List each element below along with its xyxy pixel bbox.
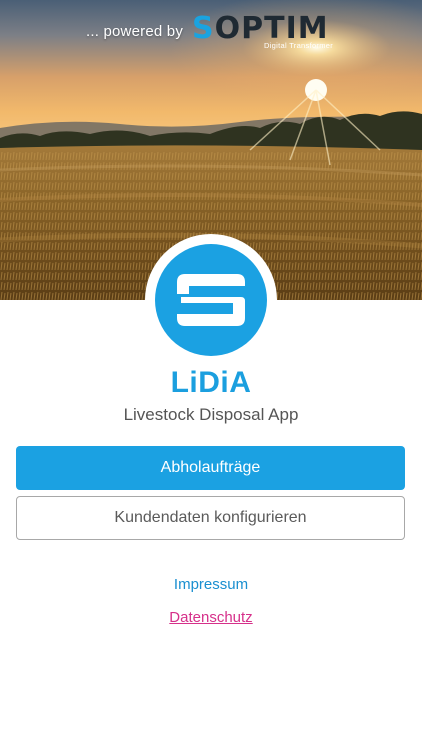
soptim-wordmark: SOPTIM [192,11,329,46]
app-logo [145,234,277,366]
powered-by-text: ... powered by [86,23,184,40]
powered-by-banner: ... powered by SOPTIM Digital Transforme… [0,14,422,58]
impressum-link[interactable]: Impressum [0,576,422,593]
app-subtitle: Livestock Disposal App [123,405,299,424]
configure-customer-data-button[interactable]: Kundendaten konfigurieren [16,496,405,540]
soptim-s-icon [155,244,267,356]
splash-screen: ... powered by SOPTIM Digital Transforme… [0,0,422,750]
app-title: LiDiA [170,366,252,399]
soptim-logo: SOPTIM Digital Transformer [192,14,342,54]
privacy-link[interactable]: Datenschutz [0,609,422,626]
pickup-orders-button[interactable]: Abholaufträge [16,446,405,490]
soptim-tagline: Digital Transformer [264,41,334,50]
